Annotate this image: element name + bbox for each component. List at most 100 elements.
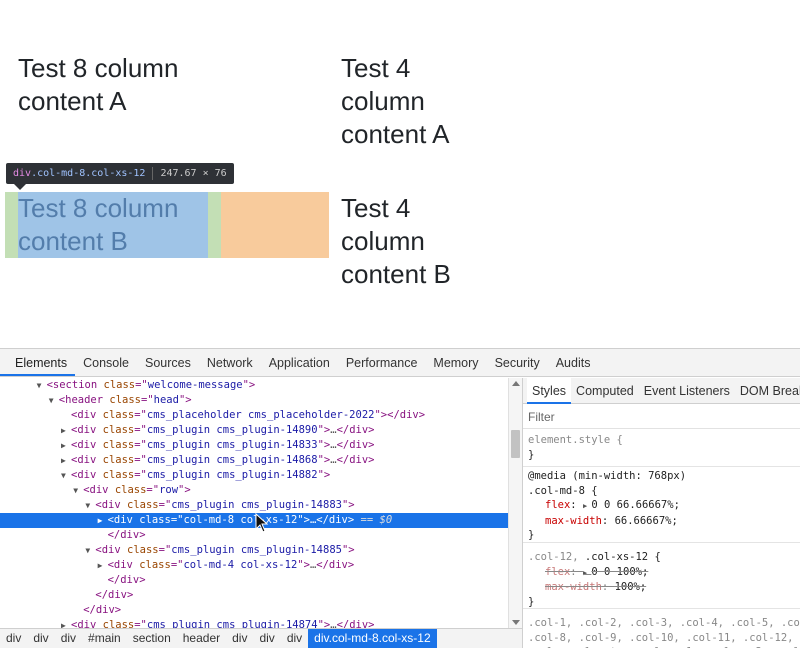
- dom-node-row[interactable]: ▶ <div class="cms_plugin cms_plugin-14833…: [0, 438, 508, 453]
- dom-tree-scrollbar[interactable]: [508, 378, 522, 628]
- styles-tab-styles[interactable]: Styles: [527, 378, 572, 404]
- breadcrumb-item-selected[interactable]: div.col-md-8.col-xs-12: [308, 629, 437, 648]
- open-tag: <section: [46, 379, 98, 391]
- tab-console[interactable]: Console: [75, 349, 137, 376]
- dom-node-row[interactable]: ▼ <div class="cms_plugin cms_plugin-14882…: [0, 468, 508, 483]
- tab-sources[interactable]: Sources: [137, 349, 199, 376]
- dom-node-row[interactable]: ▶ <div class="col-md-4 col-xs-12">…</div>: [0, 558, 508, 573]
- styles-filter-input[interactable]: [528, 407, 788, 427]
- expand-down-triangle-icon[interactable]: ▼: [73, 483, 83, 498]
- attr-value: col-md-8 col-xs-12: [183, 514, 298, 526]
- breadcrumb-item[interactable]: header: [177, 629, 226, 648]
- css-property[interactable]: flex: ▶ 0 0 66.66667%;: [528, 498, 800, 514]
- css-property[interactable]: flex: ▶ 0 0 100%;: [528, 565, 800, 581]
- expand-right-triangle-icon[interactable]: ▶: [61, 423, 71, 438]
- col8-content-b[interactable]: Test 8 column content B: [18, 192, 218, 258]
- devtools-tab-bar: Elements Console Sources Network Application…: [0, 349, 800, 377]
- styles-filter-row: [523, 405, 800, 429]
- page-viewport: Test 8 column content A Test 4 column co…: [0, 0, 800, 348]
- dom-node-row[interactable]: ▼ <header class="head">: [0, 393, 508, 408]
- expand-down-triangle-icon[interactable]: ▼: [85, 498, 95, 513]
- col8-content-a: Test 8 column content A: [18, 53, 179, 116]
- tab-elements[interactable]: Elements: [0, 349, 76, 376]
- dom-node-row[interactable]: ▶ <div class="cms_plugin cms_plugin-14874…: [0, 618, 508, 628]
- attr-value: cms_plugin cms_plugin-14874: [146, 619, 318, 628]
- dom-node-row[interactable]: </div>: [0, 528, 508, 543]
- expand-right-triangle-icon[interactable]: ▶: [61, 453, 71, 468]
- dom-node-row[interactable]: ▶ <div class="cms_plugin cms_plugin-14868…: [0, 453, 508, 468]
- styles-tab-computed[interactable]: Computed: [571, 378, 639, 403]
- breadcrumb-item[interactable]: div: [27, 629, 54, 648]
- tab-application[interactable]: Application: [261, 349, 338, 376]
- dom-node-row[interactable]: </div>: [0, 603, 508, 618]
- devtools-panel: Elements Console Sources Network Application…: [0, 348, 800, 648]
- rule-close-brace: }: [528, 529, 535, 541]
- attr-value: cms_plugin cms_plugin-14883: [171, 499, 342, 511]
- col4-content-b: Test 4 column content B: [341, 193, 451, 289]
- open-tag: <div: [83, 484, 109, 496]
- attr-name: class: [109, 394, 141, 406]
- expand-right-triangle-icon[interactable]: ▶: [61, 438, 71, 453]
- scroll-down-arrow-icon[interactable]: [512, 620, 520, 625]
- element-style-rule[interactable]: element.style { }: [523, 431, 800, 467]
- styles-pane: StylesComputedEvent ListenersDOM Breakpo…: [522, 378, 800, 648]
- css-property[interactable]: max-width: 100%;: [528, 580, 800, 595]
- scroll-thumb[interactable]: [511, 430, 520, 458]
- open-tag: <header: [58, 394, 104, 406]
- dom-node-row[interactable]: </div>: [0, 588, 508, 603]
- console-ref: == $0: [360, 514, 393, 526]
- open-tag: <div: [95, 544, 121, 556]
- rule-close-brace: }: [528, 595, 535, 608]
- attr-name: class: [127, 499, 159, 511]
- col-md-8-rule[interactable]: @media (min-width: 768px) .col-md-8 { fl…: [523, 467, 800, 543]
- col-xs-12-rule[interactable]: .col-12, .col-xs-12 { flex: ▶ 0 0 100%; m…: [523, 543, 800, 609]
- expand-down-triangle-icon[interactable]: ▼: [49, 393, 59, 408]
- dom-node-row[interactable]: <div class="cms_placeholder cms_placehol…: [0, 408, 508, 423]
- col-grid-rule[interactable]: .col-1, .col-2, .col-3, .col-4, .col-5, …: [523, 609, 800, 648]
- breadcrumb-item[interactable]: div: [281, 629, 308, 648]
- breadcrumb-item[interactable]: #main: [82, 629, 127, 648]
- mouse-cursor-icon: [255, 513, 269, 533]
- scroll-up-arrow-icon[interactable]: [512, 381, 520, 386]
- dom-tree[interactable]: ▼ <section class="welcome-message"> ▼ <head…: [0, 378, 508, 628]
- dom-node-row[interactable]: ▼ <section class="welcome-message">: [0, 378, 508, 393]
- tab-security[interactable]: Security: [487, 349, 548, 376]
- attr-value: welcome-message: [147, 379, 243, 391]
- expand-down-triangle-icon[interactable]: ▼: [85, 543, 95, 558]
- dom-node-row[interactable]: ▼ <div class="cms_plugin cms_plugin-14885…: [0, 543, 508, 558]
- dom-node-row[interactable]: </div>: [0, 573, 508, 588]
- expand-down-triangle-icon[interactable]: ▼: [37, 378, 47, 393]
- styles-tab-dom-breakpoints[interactable]: DOM Breakpoints: [735, 378, 800, 403]
- breadcrumb-item[interactable]: section: [127, 629, 177, 648]
- breadcrumb-item[interactable]: div: [253, 629, 280, 648]
- open-tag: <div: [71, 409, 97, 421]
- expand-right-triangle-icon[interactable]: ▶: [98, 513, 108, 528]
- breadcrumb-item[interactable]: div: [226, 629, 253, 648]
- tab-network[interactable]: Network: [199, 349, 261, 376]
- styles-tab-event-listeners[interactable]: Event Listeners: [639, 378, 735, 403]
- css-property-value: 66.66667%;: [614, 514, 678, 527]
- dom-node-row[interactable]: ▼ <div class="cms_plugin cms_plugin-14883…: [0, 498, 508, 513]
- css-property[interactable]: max-width: 66.66667%;: [528, 514, 800, 529]
- tab-performance[interactable]: Performance: [338, 349, 426, 376]
- expand-right-triangle-icon[interactable]: ▶: [61, 618, 71, 628]
- breadcrumb-item[interactable]: div: [0, 629, 27, 648]
- attr-name: class: [102, 619, 135, 628]
- inspect-tooltip: div .col-md-8.col-xs-12 247.67 × 76: [6, 163, 234, 184]
- dom-node-row[interactable]: ▶ <div class="col-md-8 col-xs-12">…</div>…: [0, 513, 508, 528]
- tab-memory[interactable]: Memory: [425, 349, 486, 376]
- col-xs-12-selector: .col-xs-12 {: [584, 551, 661, 563]
- attr-value: cms_plugin cms_plugin-14882: [146, 469, 318, 481]
- expand-down-triangle-icon[interactable]: ▼: [61, 468, 71, 483]
- breadcrumb-item[interactable]: div: [55, 629, 82, 648]
- tab-audits[interactable]: Audits: [548, 349, 599, 376]
- attr-name: class: [102, 454, 135, 466]
- dom-node-row[interactable]: ▶ <div class="cms_plugin cms_plugin-14890…: [0, 423, 508, 438]
- css-property-name: flex: [545, 499, 571, 511]
- attr-value: cms_placeholder cms_placeholder-2022: [146, 409, 375, 421]
- expand-right-triangle-icon[interactable]: ▶: [98, 558, 108, 573]
- breadcrumb: div div div #main section header div div div div.…: [0, 628, 522, 648]
- attr-name: class: [102, 439, 135, 451]
- open-tag: <div: [95, 499, 121, 511]
- dom-node-row[interactable]: ▼ <div class="row">: [0, 483, 508, 498]
